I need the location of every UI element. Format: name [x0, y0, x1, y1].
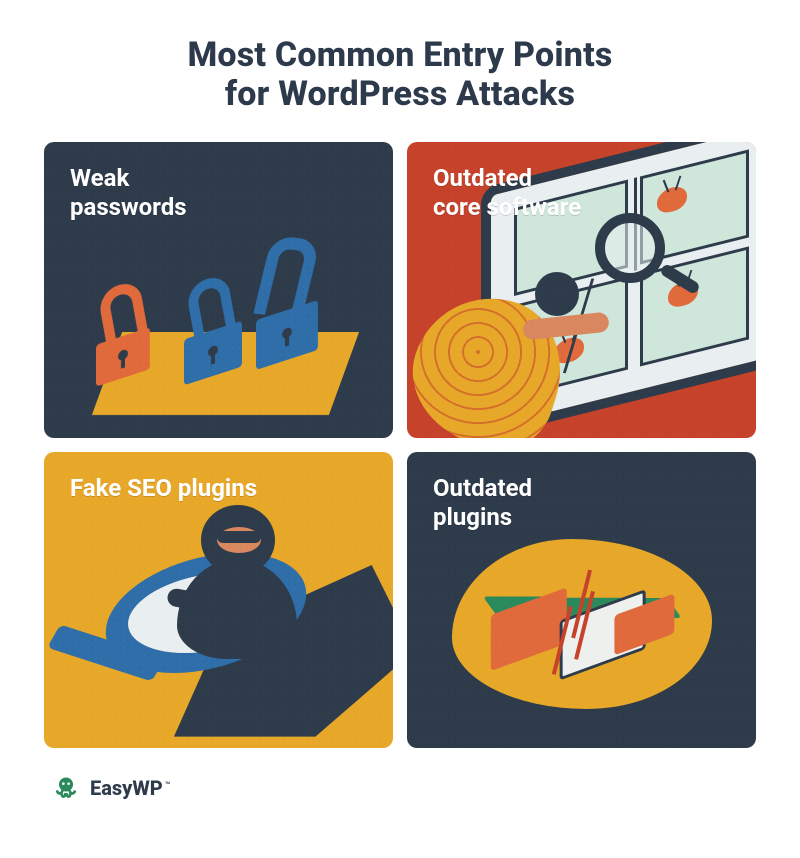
card-outdated-plugins: Outdated plugins — [407, 452, 756, 748]
title-line-2: for WordPress Attacks — [225, 74, 575, 114]
page-title: Most Common Entry Points for WordPress A… — [44, 36, 756, 114]
padlock-icon — [256, 310, 318, 360]
padlock-icon — [184, 330, 242, 376]
card-grid: Weak passwords Outdated core software — [44, 142, 756, 748]
card-label: Outdated core software — [433, 164, 581, 221]
trademark-symbol: ™ — [165, 781, 171, 791]
card-fake-seo-plugins: Fake SEO plugins — [44, 452, 393, 748]
brand-name: EasyWP™ — [90, 776, 170, 800]
card-weak-passwords: Weak passwords — [44, 142, 393, 438]
infographic-frame: Most Common Entry Points for WordPress A… — [0, 0, 800, 858]
thief-icon — [177, 509, 327, 659]
brand-footer: EasyWP™ — [52, 774, 756, 802]
card-outdated-core: Outdated core software — [407, 142, 756, 438]
card-label: Weak passwords — [70, 164, 187, 221]
card-label: Fake SEO plugins — [70, 474, 257, 502]
title-line-1: Most Common Entry Points — [187, 35, 612, 75]
octopus-icon — [52, 774, 80, 802]
brand-name-text: EasyWP — [90, 776, 163, 800]
card-label: Outdated plugins — [433, 474, 532, 531]
padlock-icon — [96, 336, 150, 378]
person-inspecting-icon — [414, 261, 623, 439]
